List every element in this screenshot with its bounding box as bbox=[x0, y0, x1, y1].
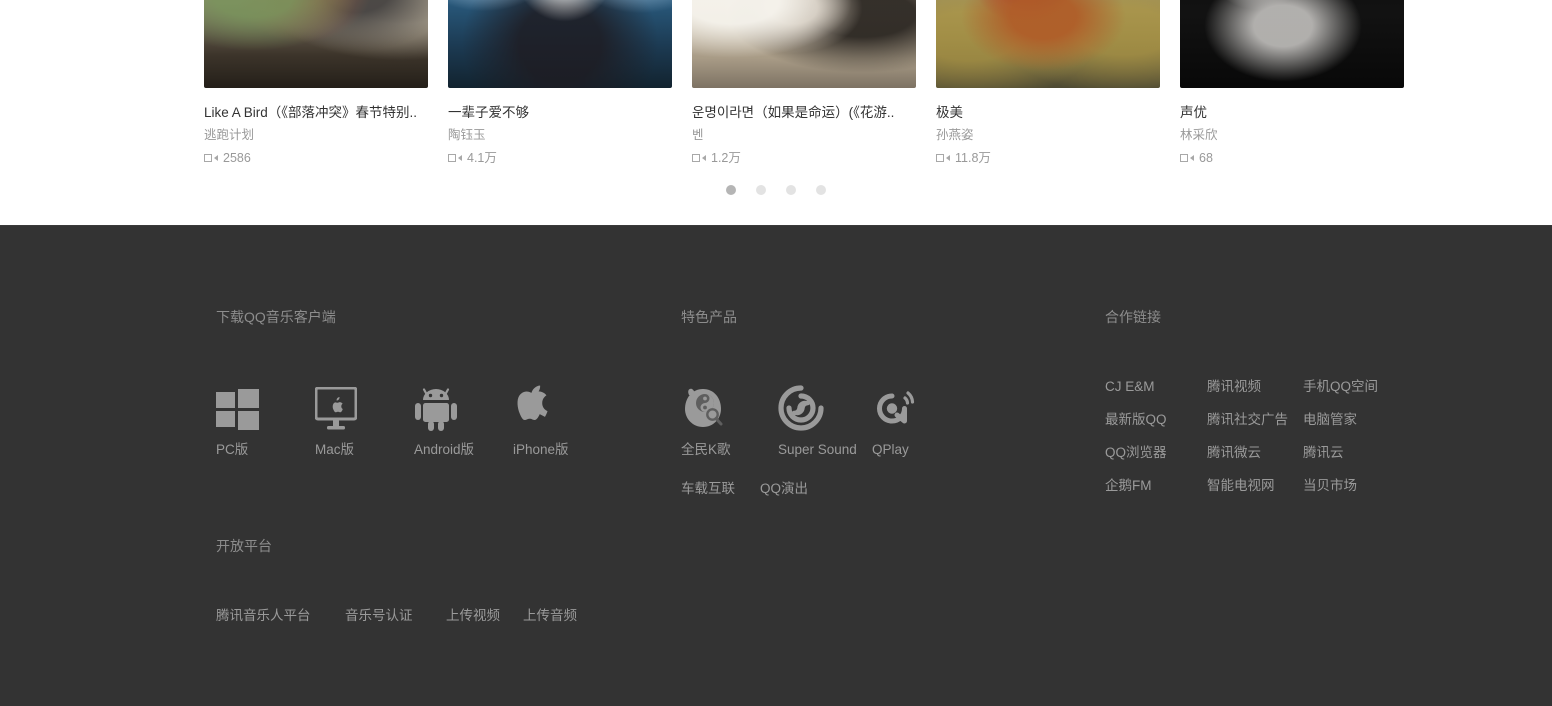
carousel-dot-2[interactable] bbox=[756, 185, 766, 195]
product-extra-links: 车载互联 QQ演出 bbox=[681, 480, 918, 498]
product-extra-link[interactable]: QQ演出 bbox=[760, 480, 808, 498]
mv-artist[interactable]: 孙燕姿 bbox=[936, 127, 1160, 144]
product-items: 全民K歌 Super Sound QPlay bbox=[681, 379, 918, 459]
download-item-label: iPhone版 bbox=[513, 442, 569, 457]
mv-artist[interactable]: 벤 bbox=[692, 127, 916, 144]
windows-icon bbox=[216, 379, 315, 431]
partner-link[interactable]: 当贝市场 bbox=[1303, 477, 1378, 495]
partner-link[interactable]: QQ浏览器 bbox=[1105, 444, 1207, 462]
mv-card[interactable]: 极美孙燕姿 11.8万 bbox=[936, 0, 1160, 167]
partner-link[interactable]: 腾讯云 bbox=[1303, 444, 1378, 462]
partner-links-grid: CJ E&M 腾讯视频 手机QQ空间最新版QQ 腾讯社交广告 电脑管家 QQ浏览器 腾讯微云… bbox=[1105, 378, 1378, 495]
video-camera-icon bbox=[448, 153, 462, 164]
footer-open-platform-column: 开放平台 腾讯音乐人平台 音乐号认证 上传视频 上传音频 bbox=[216, 536, 577, 625]
partner-link[interactable]: 最新版QQ bbox=[1105, 411, 1207, 429]
video-camera-icon bbox=[936, 153, 950, 164]
mv-thumbnail[interactable] bbox=[936, 0, 1160, 88]
mv-play-count: 68 bbox=[1180, 150, 1404, 167]
open-platform-link[interactable]: 上传音频 bbox=[523, 607, 577, 625]
open-platform-link[interactable]: 上传视频 bbox=[446, 607, 523, 625]
download-item-iphone[interactable]: iPhone版 bbox=[513, 379, 612, 459]
mv-thumbnail[interactable] bbox=[448, 0, 672, 88]
carousel-dot-3[interactable] bbox=[786, 185, 796, 195]
mv-title[interactable]: Like A Bird（《部落冲突》春节特别.. bbox=[204, 104, 428, 122]
carousel-dot-1[interactable] bbox=[726, 185, 736, 195]
partner-links-heading: 合作链接 bbox=[1105, 309, 1161, 325]
mv-play-count: 1.2万 bbox=[692, 150, 916, 167]
download-item-label: Mac版 bbox=[315, 442, 355, 457]
mv-carousel: Like A Bird（《部落冲突》春节特别.. 逃跑计划 2586 一辈子爱不够 陶钰… bbox=[0, 0, 1552, 225]
footer-partner-column: 合作链接 CJ E&M 腾讯视频 手机QQ空间最新版QQ 腾讯社交广告 电脑管家 QQ浏览… bbox=[1105, 307, 1378, 495]
mv-artist[interactable]: 陶钰玉 bbox=[448, 127, 672, 144]
mv-play-count-value: 4.1万 bbox=[467, 151, 497, 165]
mv-thumbnail[interactable] bbox=[1180, 0, 1404, 88]
mv-card[interactable]: Like A Bird（《部落冲突》春节特别.. 逃跑计划 2586 bbox=[204, 0, 428, 167]
mv-thumbnail[interactable] bbox=[204, 0, 428, 88]
partner-link[interactable]: 手机QQ空间 bbox=[1303, 378, 1378, 396]
mv-card[interactable]: 声优林采欣 68 bbox=[1180, 0, 1404, 167]
product-extra-link[interactable]: 车载互联 bbox=[681, 480, 735, 498]
footer-download-column: 下载QQ音乐客户端 PC版 Mac版 Android版 iPhone版 bbox=[216, 307, 612, 459]
mv-artist[interactable]: 逃跑计划 bbox=[204, 127, 428, 144]
download-items: PC版 Mac版 Android版 iPhone版 bbox=[216, 379, 612, 459]
site-footer: 下载QQ音乐客户端 PC版 Mac版 Android版 iPhone版 特色产品 全民… bbox=[0, 225, 1552, 706]
video-camera-icon bbox=[204, 153, 218, 164]
mv-play-count-value: 11.8万 bbox=[955, 151, 991, 165]
download-item-android[interactable]: Android版 bbox=[414, 379, 513, 459]
mv-title[interactable]: 운명이라면（如果是命运）(《花游.. bbox=[692, 104, 916, 122]
partner-link[interactable]: 企鹅FM bbox=[1105, 477, 1207, 495]
partner-link[interactable]: CJ E&M bbox=[1105, 378, 1207, 396]
mv-play-count-value: 2586 bbox=[223, 151, 251, 165]
mv-thumbnail[interactable] bbox=[692, 0, 916, 88]
carousel-dot-4[interactable] bbox=[816, 185, 826, 195]
mv-title[interactable]: 声优 bbox=[1180, 104, 1404, 122]
open-platform-link[interactable]: 腾讯音乐人平台 bbox=[216, 607, 345, 625]
download-item-mac[interactable]: Mac版 bbox=[315, 379, 414, 459]
partner-link[interactable]: 电脑管家 bbox=[1303, 411, 1378, 429]
mv-play-count: 2586 bbox=[204, 150, 428, 167]
qplay-wave-icon bbox=[872, 379, 918, 431]
mac-desktop-icon bbox=[315, 379, 414, 431]
mv-title[interactable]: 一辈子爱不够 bbox=[448, 104, 672, 122]
video-camera-icon bbox=[692, 153, 706, 164]
mv-card[interactable]: 운명이라면（如果是命运）(《花游.. 벤 1.2万 bbox=[692, 0, 916, 167]
android-icon bbox=[414, 379, 513, 431]
product-item-2[interactable]: QPlay bbox=[872, 379, 918, 459]
product-item-label: 全民K歌 bbox=[681, 442, 731, 457]
mv-play-count-value: 1.2万 bbox=[711, 151, 741, 165]
footer-products-column: 特色产品 全民K歌 Super Sound QPlay 车载互联 QQ演出 bbox=[681, 307, 918, 498]
mv-card-row: Like A Bird（《部落冲突》春节特别.. 逃跑计划 2586 一辈子爱不够 陶钰… bbox=[204, 0, 1404, 167]
apple-icon bbox=[513, 379, 612, 431]
product-item-label: Super Sound bbox=[778, 442, 857, 457]
download-item-pc[interactable]: PC版 bbox=[216, 379, 315, 459]
products-heading: 特色产品 bbox=[681, 309, 737, 325]
carousel-pagination[interactable] bbox=[0, 185, 1552, 195]
download-heading: 下载QQ音乐客户端 bbox=[216, 309, 336, 325]
mv-play-count: 4.1万 bbox=[448, 150, 672, 167]
mv-title[interactable]: 极美 bbox=[936, 104, 1160, 122]
open-platform-heading: 开放平台 bbox=[216, 538, 272, 554]
video-camera-icon bbox=[1180, 153, 1194, 164]
mv-play-count: 11.8万 bbox=[936, 150, 1160, 167]
open-platform-links: 腾讯音乐人平台 音乐号认证 上传视频 上传音频 bbox=[216, 607, 577, 625]
product-item-0[interactable]: 全民K歌 bbox=[681, 379, 778, 459]
partner-link[interactable]: 腾讯微云 bbox=[1207, 444, 1303, 462]
product-item-1[interactable]: Super Sound bbox=[778, 379, 872, 459]
partner-link[interactable]: 智能电视网 bbox=[1207, 477, 1303, 495]
kge-penguin-mic-icon bbox=[681, 379, 778, 431]
partner-link[interactable]: 腾讯视频 bbox=[1207, 378, 1303, 396]
super-sound-swirl-icon bbox=[778, 379, 872, 431]
download-item-label: PC版 bbox=[216, 442, 249, 457]
partner-link[interactable]: 腾讯社交广告 bbox=[1207, 411, 1303, 429]
product-item-label: QPlay bbox=[872, 442, 909, 457]
mv-card[interactable]: 一辈子爱不够 陶钰玉 4.1万 bbox=[448, 0, 672, 167]
open-platform-link[interactable]: 音乐号认证 bbox=[345, 607, 446, 625]
mv-play-count-value: 68 bbox=[1199, 151, 1213, 165]
download-item-label: Android版 bbox=[414, 442, 475, 457]
mv-artist[interactable]: 林采欣 bbox=[1180, 127, 1404, 144]
